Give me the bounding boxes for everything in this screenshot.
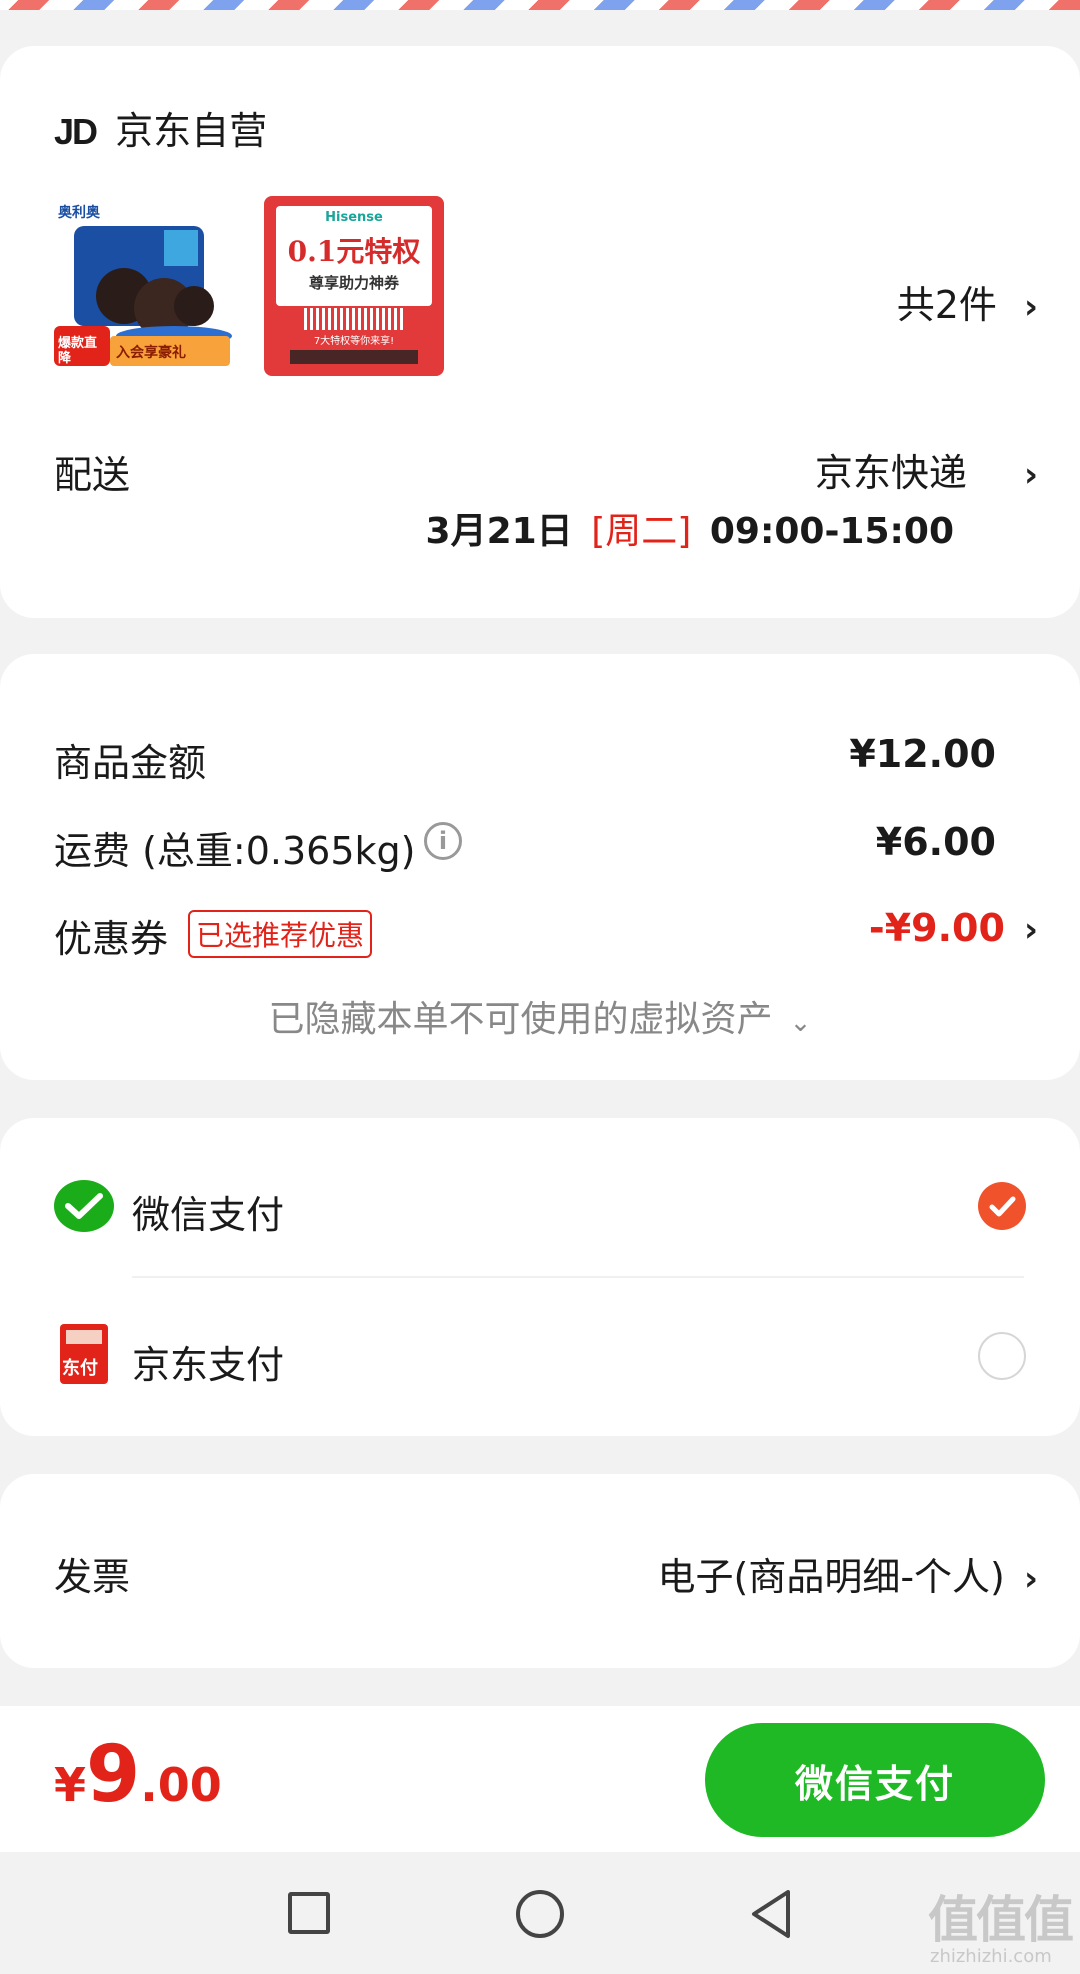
- system-nav-bar: 值值值 zhizhizhi.com: [0, 1852, 1080, 1974]
- delivery-time[interactable]: 3月21日 [周二] 09:00-15:00: [426, 502, 954, 554]
- chevron-right-icon: ›: [1023, 455, 1038, 495]
- total-integer: 9: [86, 1730, 141, 1820]
- shop-name: 京东自营: [115, 109, 268, 153]
- invoice-value-link[interactable]: 电子(商品明细-个人) ›: [658, 1546, 1038, 1601]
- watermark: 值值值: [928, 1891, 1074, 1949]
- coupon-tag: 已选推荐优惠: [188, 910, 373, 958]
- hidden-assets-text: 已隐藏本单不可使用的虚拟资产: [268, 999, 773, 1040]
- payment-option-label: 京东支付: [132, 1343, 285, 1387]
- coupon-fineprint: [290, 350, 418, 364]
- items-count: 共2件: [896, 283, 997, 327]
- order-card: JD 京东自营 奥利奥 爆款直降 入会享豪礼 Hisense 0.1元特权 尊享…: [0, 46, 1080, 618]
- chevron-right-icon: ›: [1023, 1559, 1038, 1599]
- invoice-label: 发票: [54, 1555, 131, 1599]
- total-decimal: .00: [140, 1758, 222, 1812]
- invoice-card[interactable]: 发票 电子(商品明细-个人) ›: [0, 1474, 1080, 1668]
- jd-pay-icon: 东付: [60, 1324, 108, 1384]
- coupon-value: -¥9.00: [868, 906, 1005, 950]
- payment-option-wechat[interactable]: 微信支付: [0, 1118, 1080, 1268]
- wechat-pay-button[interactable]: 微信支付: [705, 1723, 1045, 1837]
- watermark-url: zhizhizhi.com: [930, 1946, 1052, 1967]
- info-icon[interactable]: i: [424, 822, 462, 860]
- recent-apps-icon[interactable]: [288, 1892, 330, 1934]
- hisense-logo: Hisense: [325, 210, 383, 225]
- jd-logo: JD: [54, 111, 98, 152]
- back-icon[interactable]: [748, 1888, 792, 1944]
- jd-pay-icon-text: 东付: [62, 1358, 98, 1379]
- coupon-label: 优惠券: [54, 917, 169, 961]
- airmail-border: [0, 0, 1080, 10]
- payment-option-jd[interactable]: 东付 京东支付: [0, 1278, 1080, 1428]
- jd-pay-icon-band: [66, 1330, 102, 1344]
- hidden-assets-toggle[interactable]: 已隐藏本单不可使用的虚拟资产 ⌄: [0, 990, 1080, 1042]
- coupon-headline: 0.1元特权: [287, 235, 421, 268]
- product-thumbnail-oreo[interactable]: 奥利奥 爆款直降 入会享豪礼: [54, 196, 234, 376]
- delivery-label: 配送: [54, 453, 131, 497]
- goods-amount-value: ¥12.00: [849, 732, 996, 776]
- badge-left: 爆款直降: [58, 336, 98, 366]
- home-icon[interactable]: [516, 1890, 564, 1938]
- coupon-subline: 尊享助力神券: [308, 274, 399, 292]
- shipping-label: 运费 (总重:0.365kg): [54, 829, 416, 873]
- items-count-link[interactable]: 共2件 ›: [897, 274, 1038, 329]
- delivery-weekday: [周二]: [591, 511, 692, 552]
- barcode-graphic: [304, 308, 404, 330]
- payment-card: 微信支付 东付 京东支付: [0, 1118, 1080, 1436]
- invoice-value: 电子(商品明细-个人): [657, 1555, 1005, 1599]
- delivery-method: 京东快递: [814, 451, 967, 495]
- goods-amount-label: 商品金额: [54, 741, 207, 785]
- currency-symbol: ¥: [54, 1758, 87, 1812]
- coupon-value-link[interactable]: -¥9.00 ›: [869, 906, 1038, 950]
- radio-checked-icon[interactable]: [978, 1182, 1026, 1230]
- radio-unchecked-icon[interactable]: [978, 1332, 1026, 1380]
- delivery-method-link[interactable]: 京东快递 ›: [815, 442, 1038, 497]
- brand-label: 奥利奥: [58, 205, 100, 221]
- price-card: 商品金额 ¥12.00 运费 (总重:0.365kg) i ¥6.00 优惠券 …: [0, 654, 1080, 1080]
- product-thumbnail-coupon[interactable]: Hisense 0.1元特权 尊享助力神券 7大特权等你来享!: [264, 196, 444, 376]
- delivery-window: 09:00-15:00: [709, 511, 954, 552]
- coupon-footer: 7大特权等你来享!: [313, 336, 395, 347]
- badge-right: 入会享豪礼: [116, 345, 186, 361]
- chevron-right-icon: ›: [1023, 910, 1038, 950]
- delivery-date: 3月21日: [425, 511, 573, 552]
- shipping-value: ¥6.00: [875, 820, 996, 864]
- chevron-down-icon: ⌄: [789, 1008, 812, 1038]
- wechat-pay-icon: [54, 1180, 114, 1232]
- chevron-right-icon: ›: [1023, 287, 1038, 327]
- payment-option-label: 微信支付: [132, 1193, 285, 1237]
- total-price: ¥9.00: [54, 1730, 222, 1820]
- shop-header[interactable]: JD 京东自营: [54, 100, 267, 155]
